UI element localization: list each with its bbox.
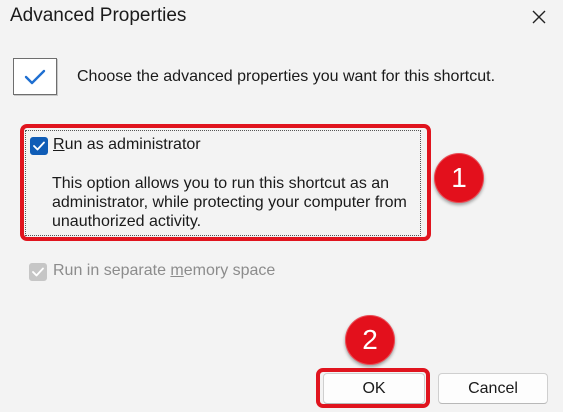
checkmark-icon bbox=[32, 267, 44, 277]
highlight-box-ok-button bbox=[316, 368, 430, 408]
separate-memory-label-after: emory space bbox=[183, 262, 276, 279]
separate-memory-checkbox[interactable] bbox=[29, 263, 47, 281]
separate-memory-accesskey: m bbox=[170, 262, 184, 279]
close-icon bbox=[532, 10, 546, 24]
checkmark-icon bbox=[24, 69, 46, 84]
cancel-button[interactable]: Cancel bbox=[438, 373, 548, 404]
dialog-title: Advanced Properties bbox=[10, 5, 187, 26]
step-badge-1: 1 bbox=[434, 153, 484, 203]
close-button[interactable] bbox=[522, 0, 556, 34]
separate-memory-label-before: Run in separate bbox=[53, 262, 171, 279]
separate-memory-label[interactable]: Run in separate memory space bbox=[53, 262, 275, 280]
header-checkmark-box bbox=[13, 58, 57, 95]
header-text: Choose the advanced properties you want … bbox=[77, 68, 496, 85]
step-badge-2: 2 bbox=[345, 315, 395, 365]
highlight-box-run-as-admin bbox=[20, 124, 431, 241]
